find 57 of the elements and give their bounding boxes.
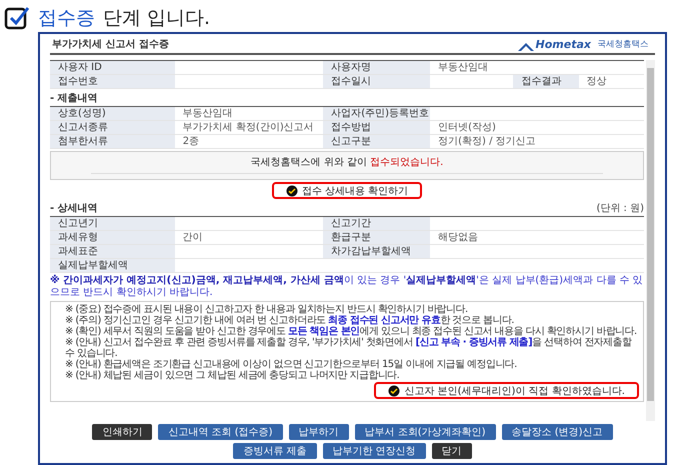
dialog-title: 부가가치세 신고서 접수증: [52, 38, 169, 51]
field-value: 정상: [578, 74, 644, 88]
field-label: 접수결과: [513, 74, 579, 88]
field-value: 해당없음: [430, 230, 644, 244]
field-label: 신고기간: [323, 216, 430, 230]
notice-text: ※ (확인) 세무서 직원의 도움을 받아 신고한 경우에도 모든 책임은 본인에게 있으니 최종 접수된 신고서 내용을 다시 확인하시기 바랍니다.: [65, 326, 638, 337]
action-button[interactable]: 증빙서류 제출: [233, 443, 316, 459]
field-label: 과세유형: [50, 230, 175, 244]
tax-note: ※ 간이과세자가 예정고지(신고)금액, 재고납부세액, 가산세 금액이 있는 경우 '실제납부할세액'은 실제 납부(환급)세액과 다를 수 있으므로 반드시 확인하시기 바랍니다.: [50, 275, 644, 299]
action-button[interactable]: 납부하기: [288, 424, 349, 440]
field-label: 상호(성명): [50, 106, 175, 120]
field-label: 사용자 ID: [50, 60, 175, 74]
logo-org: 국세청홈택스: [598, 38, 648, 50]
field-label: 환급구분: [323, 230, 430, 244]
notice-text: ※ (안내) 환급세액은 조기환급 신고내용에 이상이 없으면 신고기한으로부터 15일 이내에 지급될 예정입니다.: [65, 359, 518, 370]
field-value: 간이: [174, 230, 324, 244]
field-label: 신고년기: [50, 216, 175, 230]
field-value: 부동산임대: [174, 106, 324, 120]
field-value: 부동산임대: [430, 60, 644, 74]
heading-highlight: 접수증: [38, 6, 95, 31]
field-label: 접수방법: [323, 120, 430, 134]
logo-brand: Hometax: [536, 38, 591, 51]
house-roof-icon: [518, 42, 534, 51]
action-button[interactable]: 신고내역 조회 (접수증): [158, 424, 283, 440]
action-button[interactable]: 인쇄하기: [92, 424, 152, 440]
action-button[interactable]: 납부기한 연장신청: [322, 443, 426, 459]
action-button[interactable]: 납부서 조회(가상계좌확인): [354, 424, 496, 440]
field-label: 실제납부할세액: [50, 258, 175, 272]
section-title: - 제출내역: [50, 92, 98, 105]
heading-text: 단계 입니다.: [103, 6, 210, 31]
notice-text: ※ (중요) 접수증에 표시된 내용이 신고하고자 한 내용과 일치하는지 반드시 확인하시기 바랍니다.: [65, 304, 469, 315]
notice-text: ※ (주의) 정기신고인 경우 신고기한 내에 여러 번 신고하더라도 최종 접수된 신고서만 유효한 것으로 봅니다.: [65, 315, 515, 326]
check-icon: [388, 384, 400, 396]
field-value: 2종: [174, 134, 324, 148]
field-label: 접수번호: [50, 74, 175, 88]
field-value: 부가가치세 확정(간이)신고서: [174, 120, 324, 134]
field-value: 정기(확정) / 정기신고: [430, 134, 644, 148]
confirm-button[interactable]: 신고자 본인(세무대리인)이 직접 확인하였습니다.: [374, 382, 639, 399]
check-icon: [286, 184, 298, 196]
field-label: 차가감납부할세액: [323, 244, 430, 258]
field-label: 신고구분: [323, 134, 430, 148]
field-value: 인터넷(작성): [430, 120, 644, 134]
scrollbar[interactable]: [646, 60, 655, 421]
notice-text: ※ (안내) 신고서 접수완료 후 관련 증빙서류를 제출할 경우, '부가가치세' 첫화면에서 [신고 부속 · 증빙서류 제출]을 선택하여 전자제출할 수 있습니다.: [65, 337, 633, 359]
field-label: 접수일시: [323, 74, 430, 88]
detail-button[interactable]: 접수 상세내용 확인하기: [272, 182, 422, 199]
field-label: 사업자(주민)등록번호: [323, 106, 430, 120]
notice-text: ※ (안내) 체납된 세금이 있으면 그 체납된 세금에 충당되고 나머지만 지급합니다.: [65, 370, 400, 381]
receipt-message: 국세청홈택스에 위와 같이 접수되었습니다.: [91, 155, 603, 174]
unit-label: (단위 : 원): [596, 202, 644, 215]
field-label: 과세표준: [50, 244, 175, 258]
section-title: - 상세내역: [50, 202, 98, 215]
action-button[interactable]: 닫기: [432, 443, 472, 459]
field-label: 신고서종류: [50, 120, 175, 134]
action-button[interactable]: 송달장소 (변경)신고: [502, 424, 613, 440]
field-label: 사용자명: [323, 60, 430, 74]
field-label: 첨부한서류: [50, 134, 175, 148]
